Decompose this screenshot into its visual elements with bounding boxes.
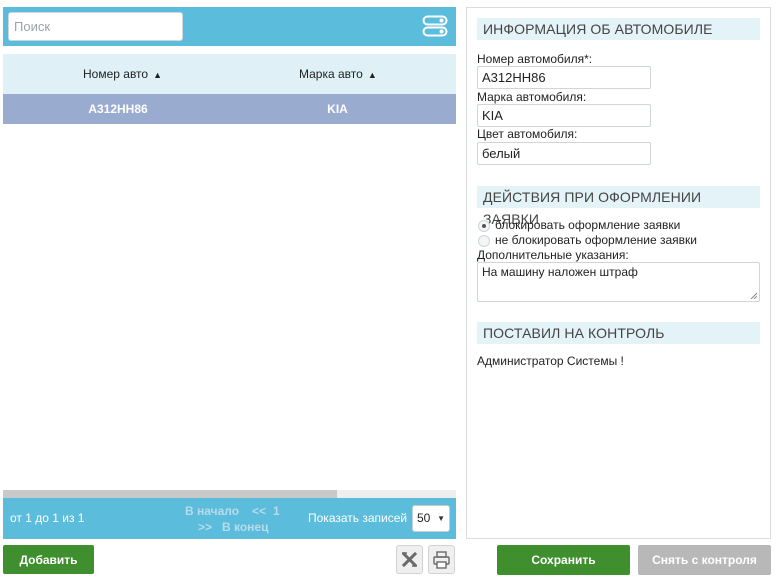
- print-icon: [433, 551, 450, 569]
- order-actions-title: ДЕЙСТВИЯ ПРИ ОФОРМЛЕНИИ ЗАЯВКИ: [477, 186, 760, 227]
- radio-no-block-order-label: не блокировать оформление заявки: [495, 233, 697, 247]
- pager-next-link[interactable]: >>: [198, 520, 212, 534]
- table-row[interactable]: А312НН86 KIA: [3, 94, 456, 124]
- page-size-select[interactable]: 50 ▼: [412, 505, 450, 532]
- excel-export-button[interactable]: [396, 545, 423, 574]
- car-color-field[interactable]: [477, 142, 651, 165]
- notes-textarea[interactable]: На машину наложен штраф: [477, 262, 760, 302]
- search-input[interactable]: [8, 12, 183, 41]
- add-button[interactable]: Добавить: [3, 545, 94, 574]
- notes-label: Дополнительные указания:: [477, 248, 629, 262]
- car-number-field[interactable]: [477, 66, 651, 89]
- column-header-number-label: Номер авто: [83, 67, 149, 81]
- pager-page-link[interactable]: 1: [273, 504, 280, 518]
- radio-unchecked-icon: [478, 235, 490, 247]
- chevron-down-icon: ▼: [437, 514, 445, 523]
- column-header-number[interactable]: Номер авто ▲: [83, 54, 162, 94]
- controller-title: ПОСТАВИЛ НА КОНТРОЛЬ: [477, 322, 760, 344]
- car-color-label: Цвет автомобиля:: [477, 127, 578, 141]
- toggle-view-icon[interactable]: [422, 15, 448, 37]
- car-list-panel: Номер авто ▲ Марка авто ▲ А312НН86 KIA от …: [3, 7, 456, 539]
- scrollbar-thumb[interactable]: [3, 490, 337, 498]
- cell-car-brand: KIA: [327, 102, 348, 116]
- notes-value: На машину наложен штраф: [482, 265, 638, 279]
- pager-last-link[interactable]: В конец: [222, 520, 268, 534]
- car-brand-label: Марка автомобиля:: [477, 90, 587, 104]
- remove-from-control-button[interactable]: Снять с контроля: [638, 545, 771, 575]
- pager-prev-link[interactable]: <<: [252, 504, 266, 518]
- car-info-title: ИНФОРМАЦИЯ ОБ АВТОМОБИЛЕ: [477, 18, 760, 40]
- search-bar: [3, 7, 456, 46]
- save-button[interactable]: Сохранить: [497, 545, 630, 575]
- car-details-panel: ИНФОРМАЦИЯ ОБ АВТОМОБИЛЕ Номер автомобил…: [466, 7, 771, 539]
- pager-first-link[interactable]: В начало: [185, 504, 239, 518]
- radio-checked-icon: [478, 220, 490, 232]
- grid-header: Номер авто ▲ Марка авто ▲: [3, 54, 456, 94]
- page-size-value: 50: [417, 511, 431, 525]
- radio-block-order-label: блокировать оформление заявки: [495, 218, 681, 232]
- pager-info: от 1 до 1 из 1: [10, 511, 85, 525]
- car-brand-field[interactable]: [477, 104, 651, 127]
- pager: от 1 до 1 из 1 В начало << 1 >> В конец …: [3, 498, 456, 539]
- excel-export-icon: [401, 551, 418, 568]
- resize-grip-icon[interactable]: [750, 292, 757, 299]
- sort-asc-icon: ▲: [153, 70, 163, 80]
- horizontal-scrollbar[interactable]: [3, 490, 456, 498]
- page-size-label: Показать записей: [308, 511, 408, 525]
- car-number-label: Номер автомобиля*:: [477, 52, 593, 66]
- column-header-brand-label: Марка авто: [299, 67, 363, 81]
- sort-asc-icon: ▲: [367, 70, 377, 80]
- column-header-brand[interactable]: Марка авто ▲: [299, 54, 377, 94]
- controller-name: Администратор Системы !: [477, 354, 624, 368]
- cell-car-number: А312НН86: [88, 102, 148, 116]
- print-button[interactable]: [428, 545, 455, 574]
